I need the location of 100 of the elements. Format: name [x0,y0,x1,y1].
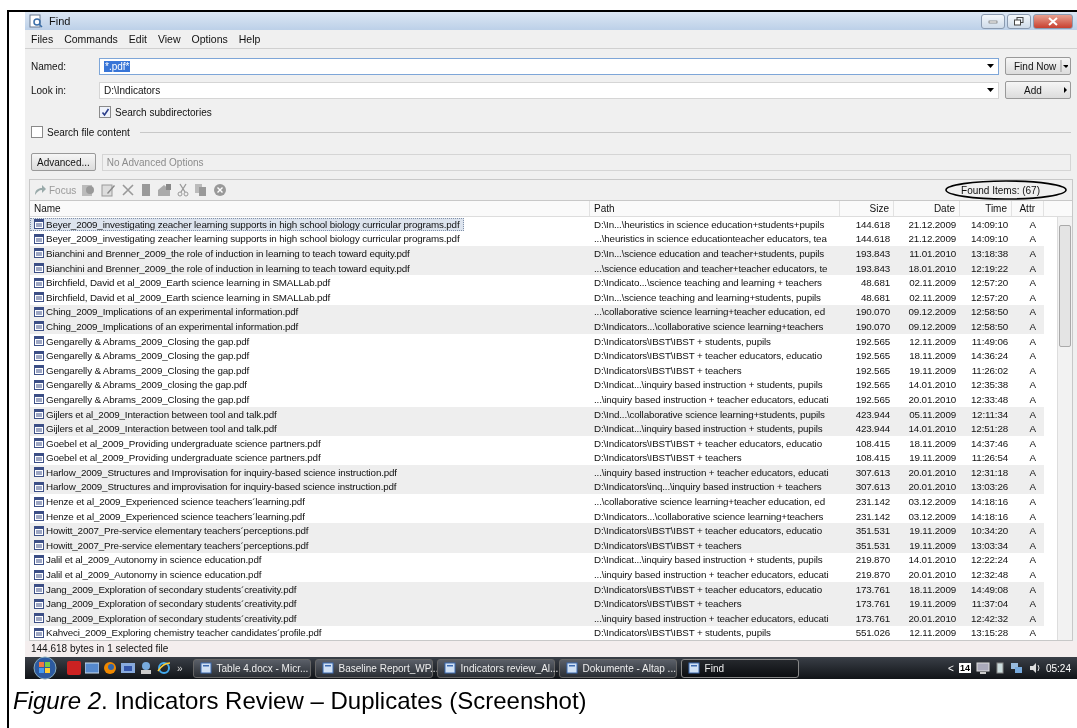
time-cell-text: 11:49:06 [970,334,1009,348]
file-name-cell[interactable]: Henze et al_2009_Experienced science teachers´learning.pdf [30,509,590,523]
file-name-cell[interactable]: Birchfield, David et al_2009_Earth science learning in SMALLab.pdf [30,276,590,290]
menu-item[interactable]: Files [31,33,54,45]
attr-cell-text: A [1028,378,1037,392]
menu-item[interactable]: Help [238,33,261,45]
file-name-cell[interactable]: Gengarelly & Abrams_2009_Closing the gap.pdf [30,349,590,363]
time-cell-text: 14:18:16 [970,495,1009,509]
tray-expand-button[interactable]: < [948,662,954,674]
file-name-cell[interactable]: Beyer_2009_investigating zeacher learning supports in high school biology curricular programs.pdf [30,217,464,231]
file-name-cell[interactable]: Jang_2009_Exploration of secondary students´creativity.pdf [30,611,590,625]
file-name-cell[interactable]: Kahveci_2009_Exploring chemistry teacher candidates´profile.pdf [30,626,590,640]
size-cell-text: 423.944 [854,422,891,436]
attr-cell-text: A [1028,582,1037,596]
column-header[interactable]: Path [590,201,840,216]
size-cell-text: 219.870 [854,568,891,582]
time-cell-text: 13:03:26 [970,480,1009,494]
file-name-cell[interactable]: Jalil et al_2009_Autonomy in science education.pdf [30,568,590,582]
file-name-cell[interactable]: Ching_2009_Implications of an experimental information.pdf [30,319,590,333]
figure-caption: Figure 2. Indicators Review – Duplicates (Screenshot) [13,687,588,716]
size-cell-text: 307.613 [854,465,891,479]
date-cell-text: 12.11.2009 [908,334,957,348]
time-cell-text: 12:42:32 [970,611,1009,625]
taskbar-button[interactable]: Table 4.docx - Micr... [192,658,311,678]
attr-cell-text: A [1028,509,1037,523]
file-name-cell[interactable]: Goebel et al_2009_Providing undergraduate science partners.pdf [30,451,590,465]
size-cell-text: 173.761 [854,597,891,611]
date-cell-text: 02.11.2009 [908,290,957,304]
date-cell-text: 19.11.2009 [908,597,957,611]
column-header[interactable]: Name [30,201,590,216]
menu-item[interactable]: View [157,33,181,45]
advanced-button[interactable]: Advanced... [31,153,96,171]
column-header[interactable]: Attr [1012,201,1044,216]
file-name-cell[interactable]: Henze et al_2009_Experienced science teachers´learning.pdf [30,495,590,509]
size-cell-text: 144.618 [854,232,891,246]
file-name-cell[interactable]: Gengarelly & Abrams_2009_Closing the gap.pdf [30,363,590,377]
attr-cell-text: A [1028,247,1037,260]
file-name-cell[interactable]: Harlow_2009_Structures and improvisation for inquiry-based science instruction.pdf [30,480,590,494]
menu-item[interactable]: Edit [128,33,147,45]
attr-cell-text: A [1028,407,1037,421]
file-name-cell[interactable]: Gengarelly & Abrams_2009_closing the gap.pdf [30,378,590,392]
time-cell-text: 12:19:22 [970,261,1009,275]
column-header[interactable]: Size [840,201,894,216]
file-name-cell[interactable]: Goebel et al_2009_Providing undergraduate science partners.pdf [30,436,590,450]
date-cell-text: 12.11.2009 [908,626,957,640]
file-name-cell[interactable]: Bianchini and Brenner_2009_the role of induction in learning to teach toward equity.pdf [30,261,590,275]
file-name-cell[interactable]: Birchfield, David et al_2009_Earth science learning in SMALLab.pdf [30,290,590,304]
time-cell-text: 11:26:54 [970,451,1009,465]
time-cell-text: 11:37:04 [970,597,1009,611]
file-name-cell[interactable]: Howitt_2007_Pre-service elementary teachers´perceptions.pdf [30,524,590,538]
path-cell-text: D:\Indicators\inq...\inquiry based instruction + teachers [593,480,823,494]
file-name-cell[interactable]: Howitt_2007_Pre-service elementary teachers´perceptions.pdf [30,538,590,552]
file-name-cell[interactable]: Jang_2009_Exploration of secondary students´creativity.pdf [30,597,590,611]
file-name-cell[interactable]: Bianchini and Brenner_2009_the role of induction in learning to teach toward equity.pdf [30,247,590,260]
checkbox-label: Search subdirectories [115,106,212,118]
date-cell-text: 20.01.2010 [907,392,957,406]
taskbar-button[interactable]: Find [680,658,799,678]
date-cell-text: 20.01.2010 [907,480,957,494]
file-name-cell[interactable]: Harlow_2009_Structures and Improvisation for inquiry-based science instruction.pdf [30,465,590,479]
attr-cell-text: A [1028,334,1037,348]
path-cell-text: D:\Indicators\IBST\IBST + teachers [593,363,743,377]
named-field[interactable]: *.pdf* [99,57,999,75]
add-button[interactable]: Add [1005,81,1071,99]
size-cell-text: 173.761 [854,611,891,625]
look-in-field[interactable]: D:\Indicators [99,81,999,99]
file-name-cell[interactable]: Jang_2009_Exploration of secondary students´creativity.pdf [30,582,590,596]
attr-cell-text: A [1028,524,1037,538]
path-cell-text: D:\Indicat...\inquiry based instruction + students, pupils [593,553,824,567]
file-name-cell[interactable]: Gengarelly & Abrams_2009_Closing the gap.pdf [30,392,590,406]
file-name-cell[interactable]: Gengarelly & Abrams_2009_Closing the gap.pdf [30,334,590,348]
date-cell-text: 18.11.2009 [908,349,957,363]
path-cell-text: D:\Indicators\IBST\IBST + teacher educators, educatio [593,524,823,538]
size-cell-text: 192.565 [854,349,891,363]
menu-item[interactable]: Options [191,33,228,45]
time-cell-text: 14:09:10 [970,232,1009,246]
file-name-cell[interactable]: Jalil et al_2009_Autonomy in science education.pdf [30,553,590,567]
attr-cell-text: A [1028,495,1037,509]
calendar-icon[interactable]: 14 [958,663,971,674]
find-now-button[interactable]: Find Now [1005,57,1071,75]
file-name-cell[interactable]: Beyer_2009_investigating zeacher learning supports in high school biology curricular programs.pdf [30,232,590,246]
file-name-cell[interactable]: Ching_2009_Implications of an experimental information.pdf [30,305,590,319]
more-button[interactable]: » [177,662,183,674]
taskbar-button[interactable]: Dokumente - Altap ... [558,658,677,678]
path-cell-text: D:\Indicators...\collaborative science learning+teachers [593,509,825,523]
size-cell-text: 48.681 [859,276,891,290]
path-cell-text: ...\collaborative science learning+teacher education, ed [593,495,826,509]
column-header[interactable]: Time [960,201,1012,216]
file-name-cell[interactable]: Gijlers et al_2009_Interaction between tool and talk.pdf [30,422,590,436]
date-cell-text: 20.01.2010 [907,611,957,625]
size-cell-text: 551.026 [854,626,891,640]
size-cell-text: 423.944 [854,407,891,421]
file-name-cell[interactable]: Gijlers et al_2009_Interaction between tool and talk.pdf [30,407,590,421]
size-cell-text: 307.613 [854,480,891,494]
attr-cell-text: A [1028,217,1037,231]
path-cell-text: D:\In...\science education and teacher+students, pupils [593,247,826,260]
checkbox-label: Search file content [47,126,130,138]
path-cell-text: D:\Indicators\IBST\IBST + teachers [593,538,743,552]
column-header[interactable]: Date [894,201,960,216]
clock[interactable]: 05:24 [1045,662,1071,674]
menu-item[interactable]: Commands [64,33,118,45]
